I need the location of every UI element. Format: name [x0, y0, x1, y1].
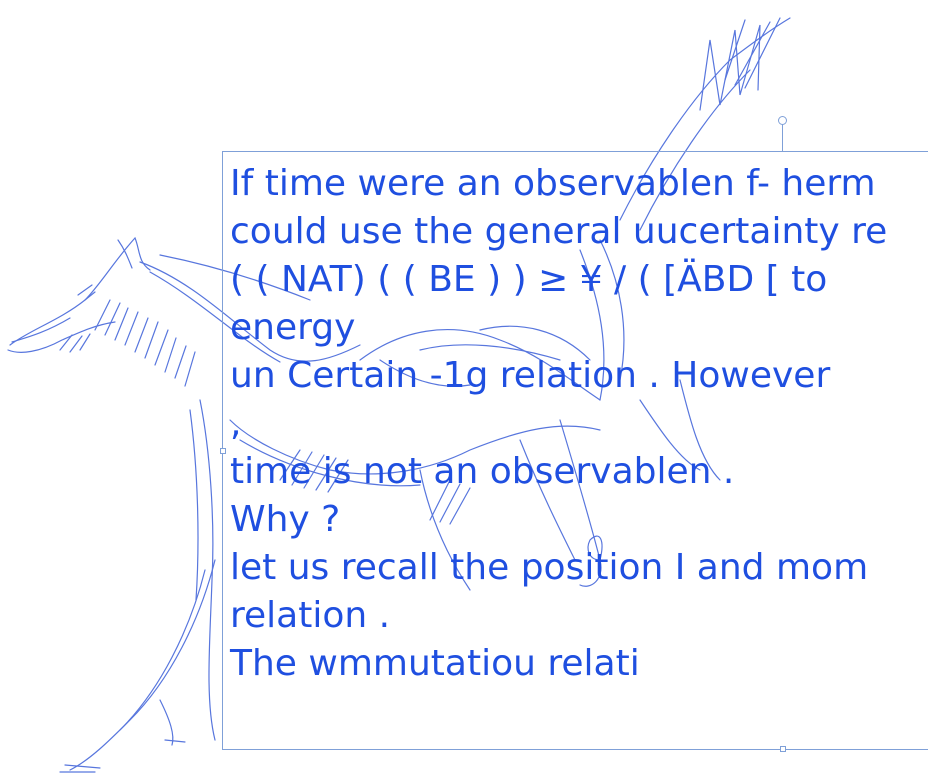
drawing-canvas[interactable]: If time were an observablen f- herm coul…	[0, 0, 928, 782]
text-line: If time were an observablen f- herm	[230, 163, 876, 204]
text-line: energy	[230, 307, 356, 348]
text-line: ( ( NAT) ( ( BE ) ) ≥ ¥ / ( [ÄBD [ to	[230, 259, 828, 300]
text-line: relation .	[230, 595, 391, 636]
resize-handle-bottom-middle[interactable]	[780, 746, 786, 752]
text-line: let us recall the position I and mom	[230, 547, 869, 588]
resize-handle-left-middle[interactable]	[220, 448, 226, 454]
rotate-handle-stem	[782, 124, 783, 152]
text-line: un Certain -1g relation . However	[230, 355, 831, 396]
text-line: Why ?	[230, 499, 341, 540]
text-line: The wmmutatiou relati	[230, 643, 640, 684]
handwriting-text[interactable]: If time were an observablen f- herm coul…	[230, 160, 928, 688]
text-line: time is not an observablen .	[230, 451, 735, 492]
rotate-handle[interactable]	[778, 116, 787, 125]
text-line: could use the general uucertainty re	[230, 211, 888, 252]
text-line: ,	[230, 403, 242, 444]
